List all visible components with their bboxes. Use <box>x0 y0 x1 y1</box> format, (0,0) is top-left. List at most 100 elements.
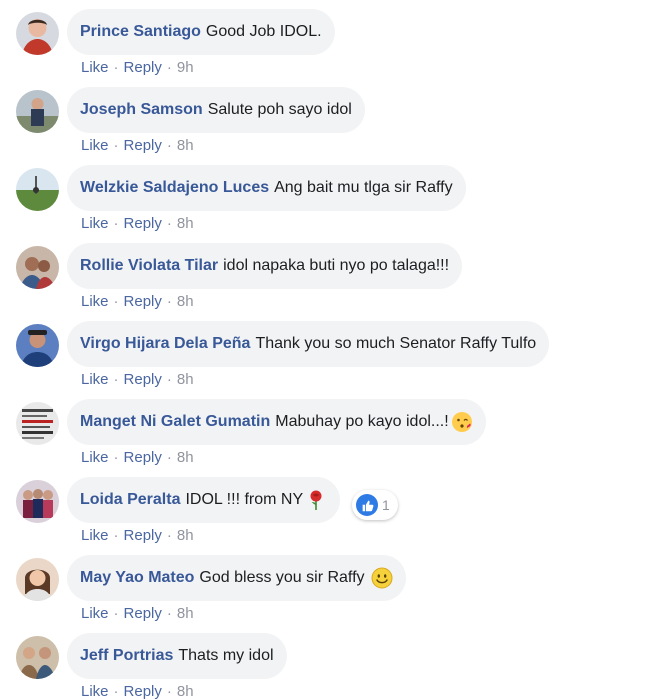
separator: · <box>113 683 119 700</box>
reaction-count: 1 <box>382 497 390 513</box>
separator: · <box>166 293 172 310</box>
like-link[interactable]: Like <box>81 215 109 232</box>
like-reaction-icon <box>356 494 378 516</box>
like-link[interactable]: Like <box>81 371 109 388</box>
separator: · <box>113 137 119 154</box>
separator: · <box>166 59 172 76</box>
comment-timestamp[interactable]: 8h <box>177 371 194 388</box>
comment-timestamp[interactable]: 8h <box>177 137 194 154</box>
comment-timestamp[interactable]: 8h <box>177 293 194 310</box>
rose-icon <box>305 489 327 511</box>
separator: · <box>166 605 172 622</box>
smiley-face-icon <box>371 567 393 589</box>
like-link[interactable]: Like <box>81 449 109 466</box>
comment-actions: Like · Reply · 9h <box>81 59 194 76</box>
comment-item: Loida Peralta IDOL !!! from NY Like · Repl… <box>0 468 659 546</box>
comment-text: IDOL !!! from NY <box>185 491 304 508</box>
comment-text: Ang bait mu tlga sir Raffy <box>274 179 453 196</box>
comment-item: Rollie Violata Tilar idol napaka buti ny… <box>0 234 659 312</box>
comment-author[interactable]: May Yao Mateo <box>80 569 194 587</box>
reply-link[interactable]: Reply <box>124 215 162 232</box>
avatar[interactable] <box>16 90 59 133</box>
avatar[interactable] <box>16 12 59 55</box>
comment-bubble: Loida Peralta IDOL !!! from NY <box>67 477 341 523</box>
comment-actions: Like · Reply · 8h <box>81 215 194 232</box>
comment-author[interactable]: Loida Peralta <box>80 491 180 509</box>
comment-actions: Like · Reply · 8h <box>81 371 194 388</box>
avatar[interactable] <box>16 168 59 211</box>
comment-author[interactable]: Manget Ni Galet Gumatin <box>80 413 270 431</box>
comment-bubble: Rollie Violata Tilar idol napaka buti ny… <box>67 243 463 289</box>
comment-timestamp[interactable]: 9h <box>177 59 194 76</box>
avatar[interactable] <box>16 636 59 679</box>
separator: · <box>113 59 119 76</box>
comment-text: God bless you sir Raffy <box>199 569 365 586</box>
reply-link[interactable]: Reply <box>124 371 162 388</box>
comment-item: Joseph Samson Salute poh sayo idol Like ·… <box>0 78 659 156</box>
comment-timestamp[interactable]: 8h <box>177 527 194 544</box>
comment-timestamp[interactable]: 8h <box>177 605 194 622</box>
comment-author[interactable]: Rollie Violata Tilar <box>80 257 218 275</box>
comment-author[interactable]: Prince Santiago <box>80 23 201 41</box>
comment-item: May Yao Mateo God bless you sir Raffy Li… <box>0 546 659 624</box>
reply-link[interactable]: Reply <box>124 683 162 700</box>
comment-bubble: Welzkie Saldajeno Luces Ang bait mu tlga… <box>67 165 466 211</box>
comment-timestamp[interactable]: 8h <box>177 449 194 466</box>
reactions-badge[interactable]: 1 <box>352 490 398 520</box>
separator: · <box>113 293 119 310</box>
separator: · <box>166 215 172 232</box>
comment-item: Jeff Portrias Thats my idol Like · Reply · 8… <box>0 624 659 700</box>
comment-author[interactable]: Jeff Portrias <box>80 647 173 665</box>
comment-bubble: Jeff Portrias Thats my idol <box>67 633 287 679</box>
avatar[interactable] <box>16 558 59 601</box>
comment-text: idol napaka buti nyo po talaga!!! <box>223 257 450 274</box>
comment-text: Good Job IDOL. <box>205 23 322 40</box>
comment-item: Virgo Hijara Dela Peña Thank you so much… <box>0 312 659 390</box>
comments-feed: Prince Santiago Good Job IDOL. Like · Repl… <box>0 0 659 700</box>
comment-actions: Like · Reply · 8h <box>81 605 194 622</box>
comment-bubble: Prince Santiago Good Job IDOL. <box>67 9 335 55</box>
comment-timestamp[interactable]: 8h <box>177 683 194 700</box>
comment-text: Thats my idol <box>178 647 274 664</box>
separator: · <box>113 605 119 622</box>
separator: · <box>113 215 119 232</box>
like-link[interactable]: Like <box>81 527 109 544</box>
reply-link[interactable]: Reply <box>124 137 162 154</box>
reply-link[interactable]: Reply <box>124 527 162 544</box>
reply-link[interactable]: Reply <box>124 59 162 76</box>
comment-actions: Like · Reply · 8h <box>81 137 194 154</box>
comment-bubble: Manget Ni Galet Gumatin Mabuhay po kayo … <box>67 399 486 445</box>
comment-actions: Like · Reply · 8h <box>81 683 194 700</box>
reply-link[interactable]: Reply <box>124 449 162 466</box>
comment-author[interactable]: Virgo Hijara Dela Peña <box>80 335 250 353</box>
separator: · <box>166 683 172 700</box>
comment-bubble: Joseph Samson Salute poh sayo idol <box>67 87 365 133</box>
separator: · <box>166 137 172 154</box>
like-link[interactable]: Like <box>81 137 109 154</box>
avatar[interactable] <box>16 480 59 523</box>
like-link[interactable]: Like <box>81 683 109 700</box>
comment-bubble: Virgo Hijara Dela Peña Thank you so much… <box>67 321 550 367</box>
comment-timestamp[interactable]: 8h <box>177 215 194 232</box>
avatar[interactable] <box>16 402 59 445</box>
comment-item: Prince Santiago Good Job IDOL. Like · Repl… <box>0 0 659 78</box>
comment-actions: Like · Reply · 8h <box>81 527 194 544</box>
reply-link[interactable]: Reply <box>124 605 162 622</box>
avatar[interactable] <box>16 246 59 289</box>
like-link[interactable]: Like <box>81 605 109 622</box>
separator: · <box>113 449 119 466</box>
avatar[interactable] <box>16 324 59 367</box>
comment-author[interactable]: Joseph Samson <box>80 101 203 119</box>
comment-author[interactable]: Welzkie Saldajeno Luces <box>80 179 269 197</box>
comment-item: Manget Ni Galet Gumatin Mabuhay po kayo … <box>0 390 659 468</box>
comment-text: Thank you so much Senator Raffy Tulfo <box>255 335 537 352</box>
reply-link[interactable]: Reply <box>124 293 162 310</box>
separator: · <box>166 371 172 388</box>
separator: · <box>166 449 172 466</box>
kissing-face-icon <box>451 411 473 433</box>
like-link[interactable]: Like <box>81 293 109 310</box>
comment-text: Mabuhay po kayo idol...! <box>275 413 449 430</box>
separator: · <box>166 527 172 544</box>
like-link[interactable]: Like <box>81 59 109 76</box>
comment-actions: Like · Reply · 8h <box>81 449 194 466</box>
